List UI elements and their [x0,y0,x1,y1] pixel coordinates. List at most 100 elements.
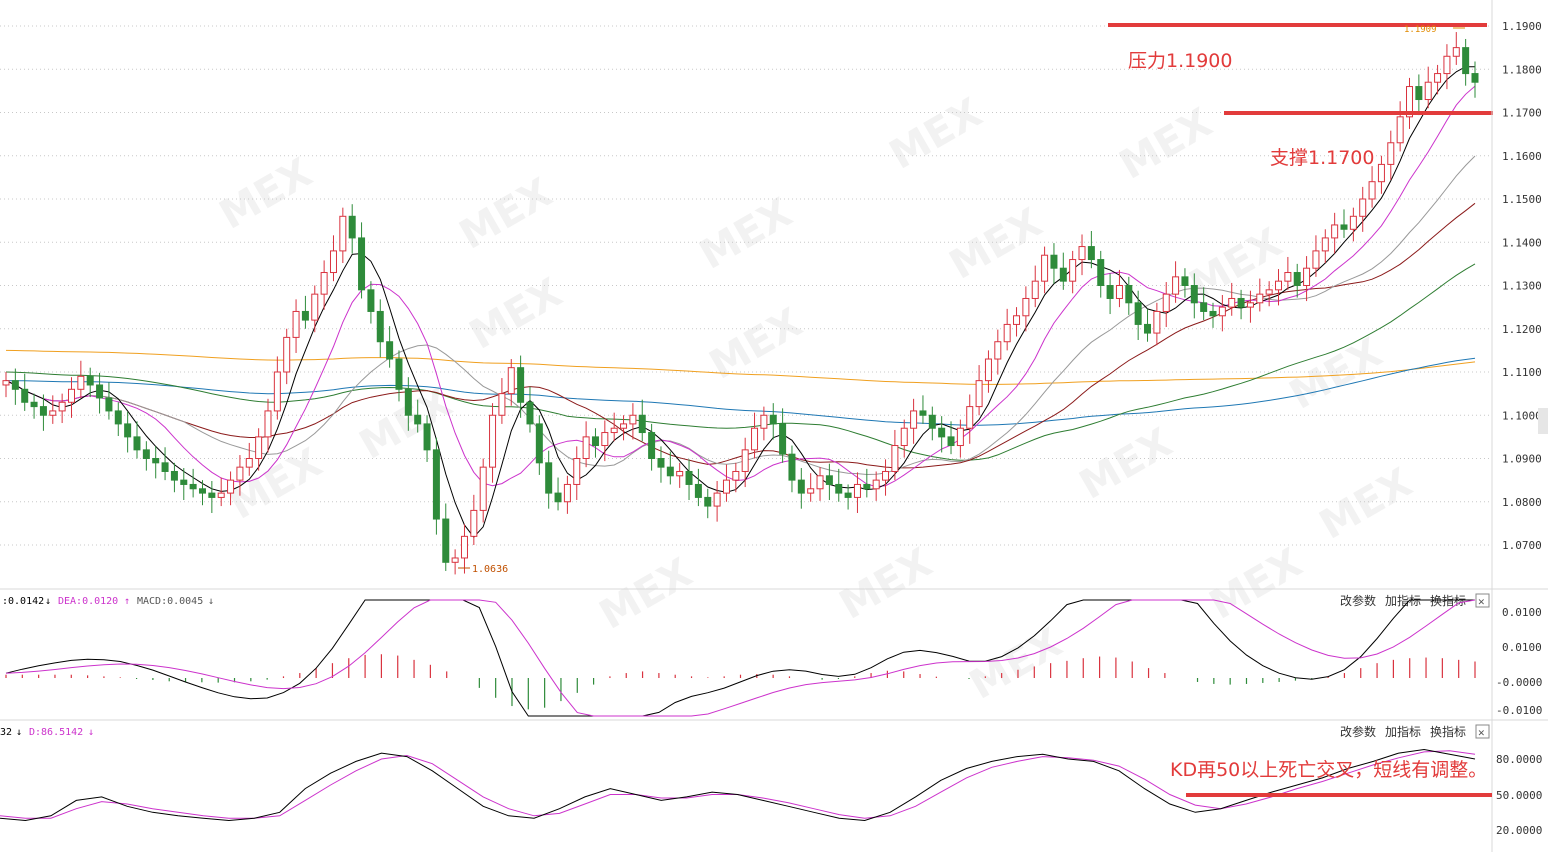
watermark-text: MEX [962,620,1070,709]
candle-up [582,436,590,459]
candle-down [517,367,525,403]
candle-up [1434,73,1442,83]
candle-up [956,427,964,447]
candle-up [601,432,609,447]
candle-up [1153,310,1161,334]
candle-up [620,423,628,429]
candle-up [751,427,759,451]
macd-value: MACD:0.0045 [137,596,203,607]
candle-down [105,397,113,412]
candle-down [638,414,646,434]
watermark-text: MEX [462,270,570,359]
candle-down [535,423,543,464]
candle-down [1471,73,1479,83]
candle-down [86,375,94,386]
candle-down [395,358,403,390]
candle-up [1303,267,1311,287]
candle-down [189,483,197,490]
candle-down [1050,254,1058,269]
candle-up [227,479,235,494]
kd-switch-indicator-button[interactable]: 换指标 [1430,724,1466,739]
macd-arrow-icon: ↓ [208,596,214,607]
candle-up [966,406,974,429]
candle-down [386,341,394,360]
d-value: D:86.5142 [29,727,83,738]
candle-up [732,470,740,481]
candle-up [1162,293,1170,312]
watermark-text: MEX [1202,540,1310,629]
dif-line [5,599,1475,717]
dea-arrow-icon: ↑ [124,596,130,607]
price-tick: 1.1100 [1502,366,1542,379]
candle-down [835,483,843,494]
watermark-text: MEX [1312,460,1420,549]
watermark-text: MEX [1072,420,1180,509]
candle-up [498,393,506,416]
kd-tick: 20.0000 [1496,824,1542,837]
support-annotation: 支撑1.1700 [1270,147,1374,169]
candle-up [1022,297,1030,317]
kd-axis: 80.0000 50.0000 20.0000 [1496,753,1542,837]
candle-up [479,466,487,511]
candle-up [292,310,300,338]
watermark-text: MEX [1112,100,1220,189]
dea-line [5,599,1476,717]
k-value: 32 [0,727,12,738]
candle-up [1069,259,1077,282]
candle-up [1172,276,1180,295]
candle-down [591,436,599,447]
candle-down [1209,310,1217,317]
candle-up [320,272,328,295]
candle-up [1115,285,1123,299]
candle-up [872,479,880,490]
candle-down [825,475,833,485]
price-tick: 1.1500 [1502,193,1542,206]
candle-up [489,414,497,468]
candle-down [657,458,665,468]
price-tick: 1.0800 [1502,496,1542,509]
candle-down [1293,272,1301,286]
candle-up [460,535,468,559]
macd-params-button[interactable]: 改参数 [1340,593,1376,608]
watermark-text: MEX [832,540,940,629]
candle-up [741,449,749,472]
resistance-annotation: 压力1.1900 [1128,50,1232,72]
macd-close-icon: ✕ [1478,595,1485,608]
candle-up [1078,246,1086,261]
macd-series [5,599,1476,717]
candle-up [470,509,478,537]
candle-up [451,557,459,563]
candle-down [1144,323,1152,334]
macd-axis: 0.0100 0.0100 -0.0000 -0.0100 [1496,606,1542,717]
candle-down [947,436,955,447]
low-price-label: 1.0636 [472,564,508,575]
candle-down [96,384,104,399]
candle-down [301,310,309,321]
candle-down [348,215,356,239]
price-tick: 1.1200 [1502,323,1542,336]
candle-up [245,458,253,468]
candle-up [853,483,861,498]
candle-down [404,388,412,416]
chart-stage: MEX MEX MEX MEX MEX MEX MEX MEX MEX MEX MEX MEX MEX M… [0,0,1548,852]
candle-up [67,388,75,403]
candle-up [264,410,272,438]
moving-average-lines [5,66,1476,538]
candle-down [1340,224,1348,230]
candle-up [882,470,890,481]
candle-up [760,414,768,429]
candle-down [788,453,796,481]
kd-add-indicator-button[interactable]: 加指标 [1385,724,1421,739]
candle-up [1284,272,1292,282]
candle-down [928,414,936,429]
candle-down [1237,297,1245,308]
price-axis: 1.1900 1.1800 1.1700 1.1600 1.1500 1.1400 1.13… [1502,20,1542,552]
candle-up [713,492,721,507]
scrollbar-handle[interactable] [1538,408,1548,434]
candle-down [161,462,169,472]
candle-up [1256,293,1264,304]
candle-down [685,470,693,485]
candle-down [170,470,178,481]
kd-params-button[interactable]: 改参数 [1340,724,1376,739]
candle-up [1349,215,1357,230]
